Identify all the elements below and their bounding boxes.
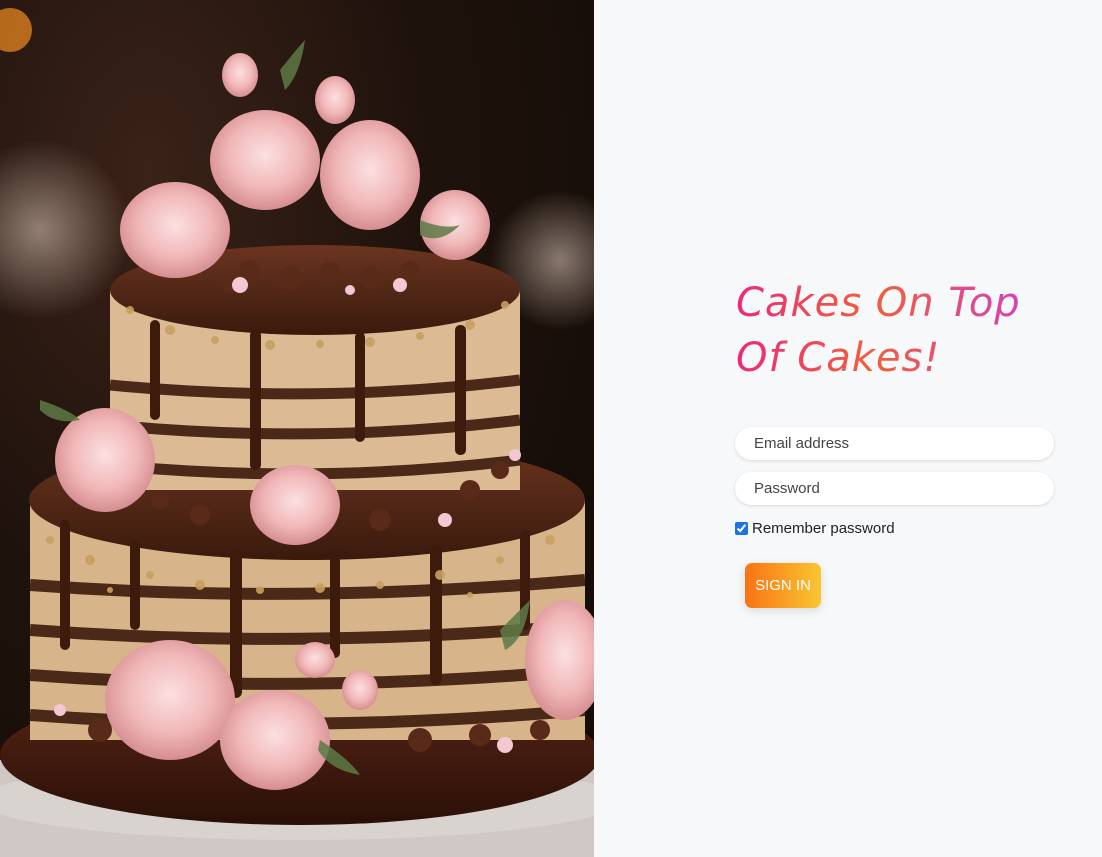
login-panel: Cakes On Top Of Cakes! Remember password… xyxy=(594,0,1102,857)
sign-in-button[interactable]: SIGN IN xyxy=(745,563,821,608)
remember-password-option[interactable]: Remember password xyxy=(735,520,895,537)
password-field[interactable] xyxy=(735,472,1054,505)
remember-password-label: Remember password xyxy=(752,520,895,537)
cake-illustration xyxy=(0,8,594,857)
email-field[interactable] xyxy=(735,427,1054,460)
remember-password-checkbox[interactable] xyxy=(735,522,748,535)
page-title: Cakes On Top Of Cakes! xyxy=(736,276,1036,386)
hero-image xyxy=(0,0,594,857)
